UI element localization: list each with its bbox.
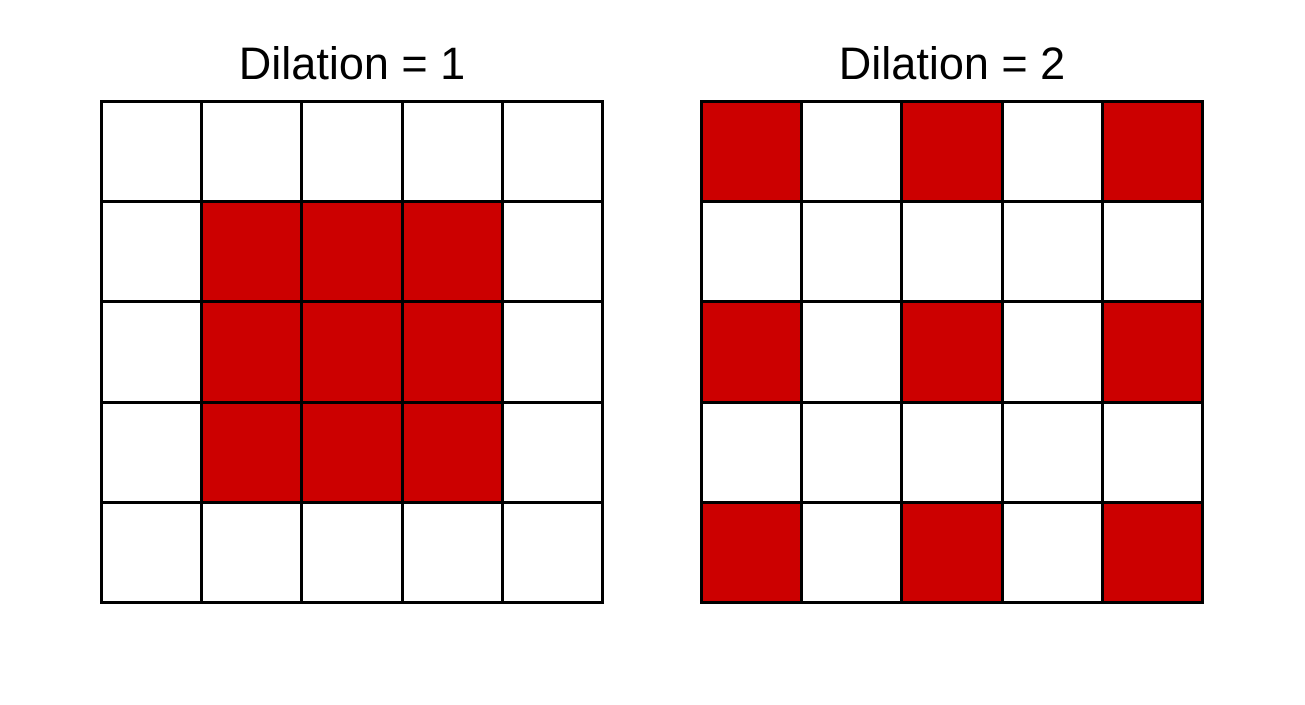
inactive-cell — [803, 303, 904, 404]
active-kernel-cell — [203, 403, 304, 504]
inactive-cell — [503, 503, 604, 604]
active-kernel-cell — [1103, 503, 1204, 604]
inactive-cell — [303, 503, 404, 604]
inactive-cell — [803, 503, 904, 604]
inactive-cell — [1003, 303, 1104, 404]
dilation-2-title: Dilation = 2 — [838, 38, 1066, 89]
inactive-cell — [703, 403, 804, 504]
inactive-cell — [503, 203, 604, 304]
active-kernel-cell — [1103, 103, 1204, 204]
dilation-1-grid — [100, 100, 604, 604]
inactive-cell — [1103, 203, 1204, 304]
active-kernel-cell — [203, 203, 304, 304]
active-kernel-cell — [703, 503, 804, 604]
inactive-cell — [303, 103, 404, 204]
inactive-cell — [203, 103, 304, 204]
inactive-cell — [703, 203, 804, 304]
active-kernel-cell — [1103, 303, 1204, 404]
inactive-cell — [803, 203, 904, 304]
inactive-cell — [103, 103, 204, 204]
inactive-cell — [103, 503, 204, 604]
active-kernel-cell — [703, 303, 804, 404]
inactive-cell — [1003, 503, 1104, 604]
inactive-cell — [903, 403, 1004, 504]
active-kernel-cell — [203, 303, 304, 404]
inactive-cell — [803, 403, 904, 504]
inactive-cell — [403, 103, 504, 204]
active-kernel-cell — [403, 403, 504, 504]
inactive-cell — [503, 103, 604, 204]
dilation-2-grid — [700, 100, 1204, 604]
active-kernel-cell — [903, 103, 1004, 204]
inactive-cell — [403, 503, 504, 604]
active-kernel-cell — [903, 503, 1004, 604]
active-kernel-cell — [403, 303, 504, 404]
inactive-cell — [103, 303, 204, 404]
dilation-2-panel: Dilation = 2 — [700, 0, 1204, 604]
inactive-cell — [1103, 403, 1204, 504]
inactive-cell — [103, 203, 204, 304]
inactive-cell — [1003, 403, 1104, 504]
dilation-1-title: Dilation = 1 — [238, 38, 466, 89]
active-kernel-cell — [403, 203, 504, 304]
active-kernel-cell — [703, 103, 804, 204]
active-kernel-cell — [303, 303, 404, 404]
inactive-cell — [203, 503, 304, 604]
dilation-1-panel: Dilation = 1 — [100, 0, 604, 604]
inactive-cell — [1003, 103, 1104, 204]
inactive-cell — [503, 403, 604, 504]
inactive-cell — [803, 103, 904, 204]
inactive-cell — [1003, 203, 1104, 304]
inactive-cell — [503, 303, 604, 404]
inactive-cell — [903, 203, 1004, 304]
active-kernel-cell — [303, 203, 404, 304]
active-kernel-cell — [303, 403, 404, 504]
inactive-cell — [103, 403, 204, 504]
active-kernel-cell — [903, 303, 1004, 404]
